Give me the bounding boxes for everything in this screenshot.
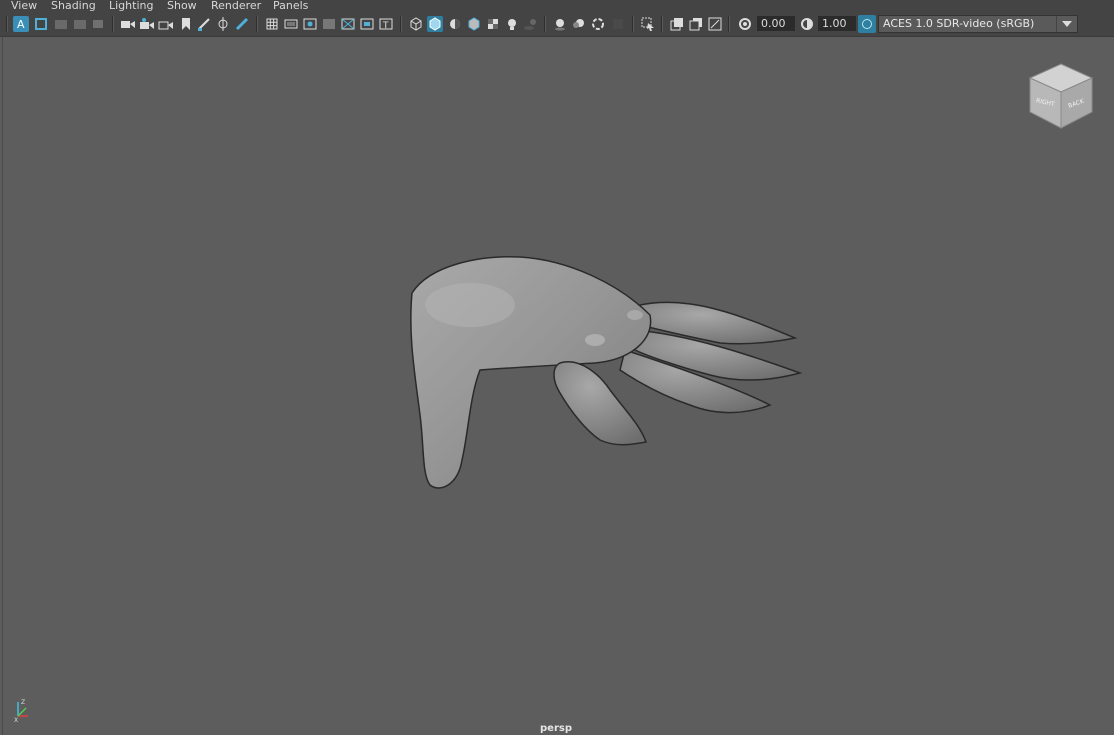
smooth-shade-icon[interactable] xyxy=(427,16,443,32)
axis-indicator-icon: Z X xyxy=(14,699,28,722)
default-material-icon[interactable] xyxy=(447,16,463,32)
wireframe-icon[interactable] xyxy=(408,16,424,32)
textured-icon[interactable] xyxy=(485,16,501,32)
image-plane-icon[interactable] xyxy=(72,16,88,32)
exposure-field[interactable]: 0.00 xyxy=(757,16,795,31)
grease-pencil-icon[interactable] xyxy=(196,16,212,32)
toolbar-separator xyxy=(661,16,663,32)
menu-view[interactable]: View xyxy=(11,0,37,11)
svg-text:Z: Z xyxy=(21,699,25,706)
toolbar-separator xyxy=(256,16,258,32)
gamma-field[interactable]: 1.00 xyxy=(818,16,856,31)
svg-text:T: T xyxy=(382,21,389,31)
toolbar-separator xyxy=(632,16,634,32)
svg-text:A: A xyxy=(17,18,25,31)
color-management-icon[interactable] xyxy=(858,15,876,33)
bookmark-icon[interactable] xyxy=(178,16,194,32)
toolbar-separator xyxy=(400,16,402,32)
grid-icon[interactable] xyxy=(264,16,280,32)
hand-mesh[interactable] xyxy=(400,245,810,495)
resolution-gate-icon[interactable] xyxy=(302,16,318,32)
isolate-select-icon[interactable] xyxy=(640,16,656,32)
motion-blur-icon[interactable] xyxy=(571,16,587,32)
gamma-icon[interactable] xyxy=(799,16,815,32)
view-transform-dropdown[interactable]: ACES 1.0 SDR-video (sRGB) xyxy=(878,15,1078,33)
depth-of-field-icon[interactable] xyxy=(610,16,626,32)
camera-attributes-icon[interactable] xyxy=(33,16,49,32)
film-gate-icon[interactable] xyxy=(283,16,299,32)
xray-icon[interactable] xyxy=(669,16,685,32)
anti-aliasing-icon[interactable] xyxy=(590,16,606,32)
xray-active-icon[interactable] xyxy=(688,16,704,32)
camera-lock-icon[interactable] xyxy=(139,16,155,32)
toolbar-separator xyxy=(728,16,730,32)
menu-shading[interactable]: Shading xyxy=(51,0,96,11)
use-all-lights-icon[interactable] xyxy=(504,16,520,32)
menu-bar: View Shading Lighting Show Renderer Pane… xyxy=(0,0,1114,12)
gate-mask-icon[interactable] xyxy=(321,16,337,32)
menu-lighting[interactable]: Lighting xyxy=(109,0,153,11)
toolbar-separator xyxy=(112,16,114,32)
shadows-icon[interactable] xyxy=(523,16,539,32)
field-chart-icon[interactable] xyxy=(340,16,356,32)
uv-transform-icon[interactable] xyxy=(215,16,231,32)
camera-icon[interactable] xyxy=(120,16,136,32)
safe-action-icon[interactable] xyxy=(359,16,375,32)
paint-brush-icon[interactable] xyxy=(234,16,250,32)
bookmarks-icon[interactable] xyxy=(53,16,69,32)
toolbar-separator xyxy=(6,16,8,32)
panel-toolbar: A T 0.00 1.00 ACES 1.0 SDR-video (sRGB) xyxy=(0,12,1114,37)
toolbar-separator xyxy=(544,16,546,32)
menu-panels[interactable]: Panels xyxy=(273,0,308,11)
exposure-icon[interactable] xyxy=(737,16,753,32)
view-cube[interactable]: RIGHT BACK xyxy=(1028,62,1094,130)
menu-show[interactable]: Show xyxy=(167,0,197,11)
wireframe-on-shaded-icon[interactable] xyxy=(466,16,482,32)
2d-pan-zoom-icon[interactable] xyxy=(90,16,106,32)
xray-joints-icon[interactable] xyxy=(707,16,723,32)
view-transform-value: ACES 1.0 SDR-video (sRGB) xyxy=(883,17,1035,30)
screen-space-ao-icon[interactable] xyxy=(552,16,568,32)
select-camera-icon[interactable]: A xyxy=(13,16,29,32)
menu-renderer[interactable]: Renderer xyxy=(211,0,261,11)
camera-name-label: persp xyxy=(540,723,572,734)
chevron-down-icon[interactable] xyxy=(1056,16,1077,32)
safe-title-icon[interactable]: T xyxy=(378,16,394,32)
camera-frame-icon[interactable] xyxy=(158,16,174,32)
svg-text:X: X xyxy=(14,717,18,722)
